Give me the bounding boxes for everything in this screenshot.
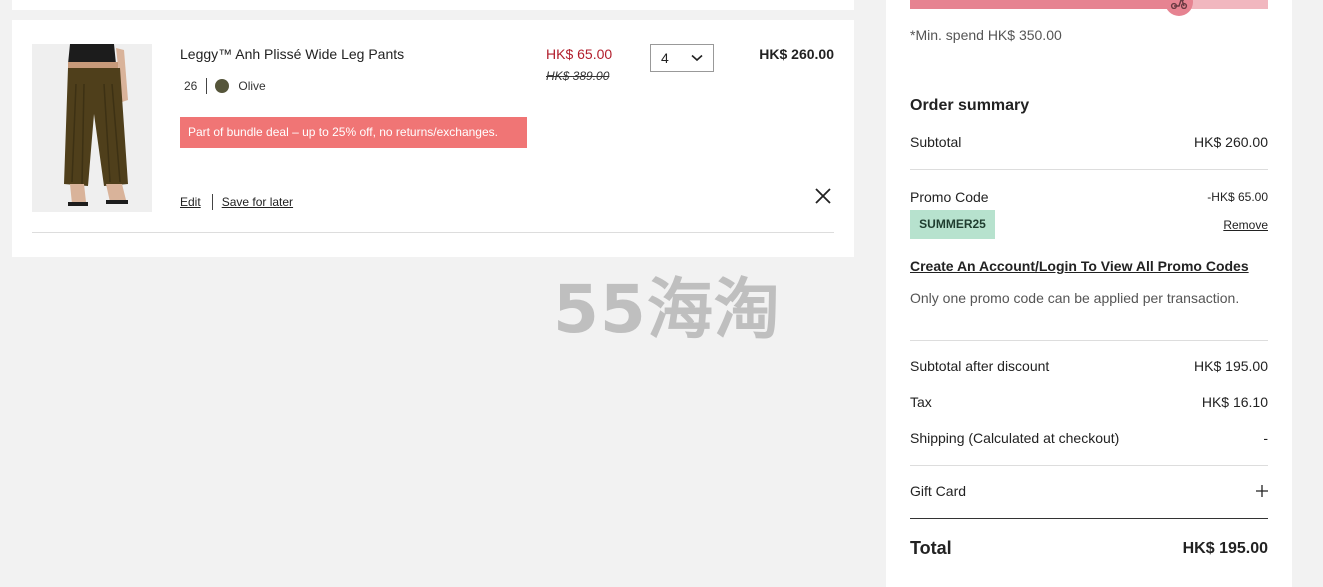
min-spend-note: *Min. spend HK$ 350.00 — [910, 27, 1062, 43]
product-name[interactable]: Leggy™ Anh Plissé Wide Leg Pants — [180, 46, 404, 62]
color-swatch — [215, 79, 230, 93]
tax-label: Tax — [910, 394, 932, 410]
product-image[interactable] — [32, 44, 152, 212]
divider — [910, 340, 1268, 341]
line-total: HK$ 260.00 — [759, 46, 834, 62]
shipping-row: Shipping (Calculated at checkout) - — [910, 430, 1268, 446]
product-variant: 26 Olive — [184, 78, 266, 94]
login-promo-link[interactable]: Create An Account/Login To View All Prom… — [910, 258, 1249, 274]
total-row: Total HK$ 195.00 — [910, 538, 1268, 559]
promo-code-label: Promo Code — [910, 189, 989, 205]
product-photo — [32, 44, 152, 212]
total-label: Total — [910, 538, 952, 558]
quantity-select[interactable]: 4 — [650, 44, 714, 72]
subtotal-after-discount-row: Subtotal after discount HK$ 195.00 — [910, 358, 1268, 374]
subtotal-label: Subtotal — [910, 134, 962, 150]
remove-promo-link[interactable]: Remove — [1223, 218, 1268, 232]
variant-divider — [206, 78, 208, 94]
progress-fill — [910, 0, 1179, 9]
promo-code-row: Promo Code -HK$ 65.00 — [910, 189, 1268, 205]
subtotal-row: Subtotal HK$ 260.00 — [910, 134, 1268, 150]
tax-value: HK$ 16.10 — [1201, 394, 1268, 410]
total-value: HK$ 195.00 — [1182, 539, 1268, 557]
actions-divider — [211, 194, 213, 210]
cart-item-card: Leggy™ Anh Plissé Wide Leg Pants 26 Oliv… — [12, 20, 854, 257]
divider — [910, 465, 1268, 466]
color-name: Olive — [238, 79, 266, 93]
applied-promo-code-tag: SUMMER25 — [910, 210, 995, 239]
promo-discount-value: -HK$ 65.00 — [1207, 190, 1268, 204]
previous-card-edge — [12, 0, 854, 10]
after-discount-label: Subtotal after discount — [910, 358, 1050, 374]
edit-link[interactable]: Edit — [180, 195, 201, 209]
gift-card-label: Gift Card — [910, 483, 967, 499]
divider — [910, 169, 1268, 170]
item-actions: Edit Save for later — [180, 194, 293, 210]
free-shipping-progress-bar — [910, 0, 1268, 16]
watermark-logo: 55海淘 — [553, 271, 781, 348]
gift-card-toggle[interactable]: Gift Card — [910, 483, 1268, 499]
chevron-down-icon — [691, 54, 703, 62]
subtotal-value: HK$ 260.00 — [1194, 134, 1268, 150]
card-divider — [32, 232, 834, 233]
order-summary-title: Order summary — [910, 97, 1030, 114]
total-divider — [910, 518, 1268, 519]
close-icon[interactable] — [814, 187, 832, 205]
save-for-later-link[interactable]: Save for later — [222, 195, 293, 209]
shipping-value: - — [1263, 430, 1268, 446]
original-price: HK$ 389.00 — [546, 69, 610, 83]
plus-icon[interactable] — [1256, 485, 1268, 497]
scooter-icon — [1164, 0, 1193, 16]
bundle-deal-badge: Part of bundle deal – up to 25% off, no … — [180, 117, 527, 148]
promo-note: Only one promo code can be applied per t… — [910, 290, 1240, 306]
size-value: 26 — [184, 79, 198, 93]
quantity-value: 4 — [661, 50, 669, 66]
order-summary-panel: *Min. spend HK$ 350.00 Order summary Sub… — [886, 0, 1292, 587]
tax-row: Tax HK$ 16.10 — [910, 394, 1268, 410]
after-discount-value: HK$ 195.00 — [1194, 358, 1268, 374]
shipping-label: Shipping (Calculated at checkout) — [910, 430, 1120, 446]
sale-price: HK$ 65.00 — [546, 46, 613, 62]
